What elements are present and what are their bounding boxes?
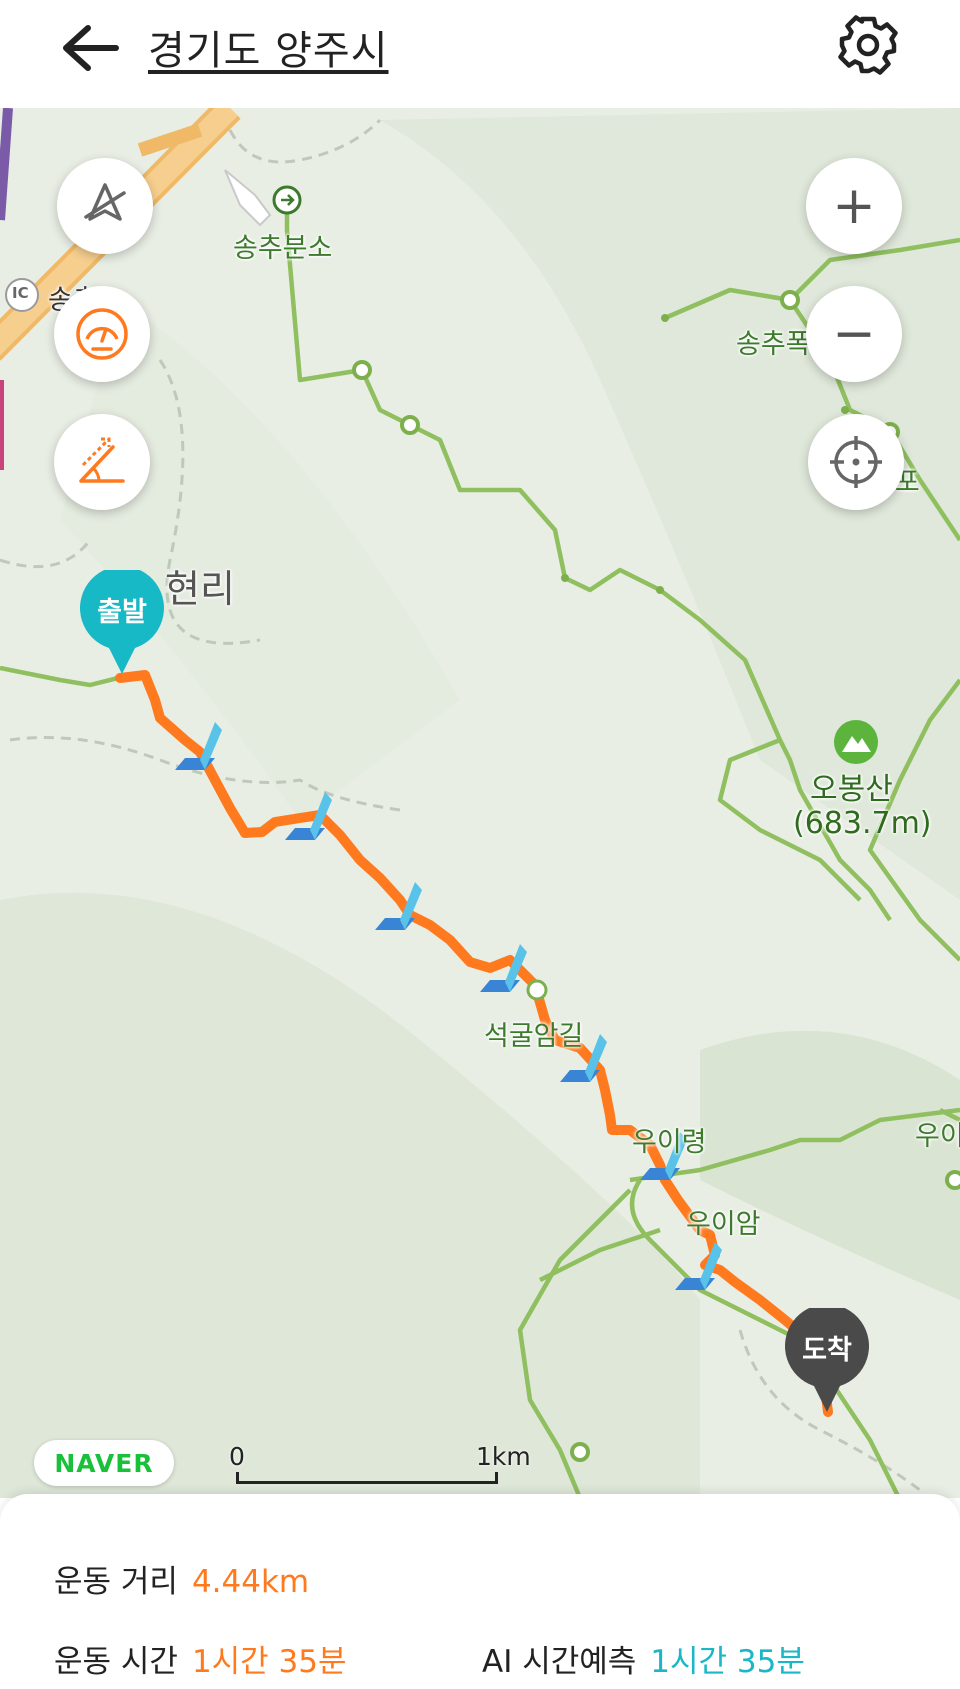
label-uiam: 우이암 <box>686 1209 761 1240</box>
back-button[interactable] <box>58 18 122 78</box>
crosshair-icon <box>830 436 882 488</box>
map-view[interactable]: 송추분소 IC 송추 현리 송추폭포 폭포 오봉산 (683.7m) 석굴암길 … <box>0 108 960 1498</box>
scale-zero-label: 0 <box>229 1442 245 1471</box>
scale-km-label: 1km <box>476 1442 531 1471</box>
label-uiryeong: 우이령 <box>632 1127 707 1158</box>
arrow-left-icon <box>63 25 119 71</box>
slope-angle-button[interactable] <box>54 414 150 510</box>
page-title[interactable]: 경기도 양주시 <box>148 18 389 76</box>
compass-off-icon <box>84 183 126 221</box>
distance-label: 운동 거리 <box>54 1564 178 1600</box>
naver-logo[interactable]: NAVER <box>34 1440 174 1486</box>
label-seokgul: 석굴암길 <box>484 1021 584 1052</box>
plus-icon: + <box>832 176 876 236</box>
time-row: 운동 시간 1시간 35분 <box>54 1636 347 1681</box>
label-ui-right: 우이 <box>915 1121 960 1152</box>
top-bar: 경기도 양주시 <box>0 0 960 108</box>
label-obongsan-height: (683.7m) <box>793 806 932 841</box>
speedometer-icon <box>76 308 128 360</box>
label-village: 현리 <box>165 567 235 611</box>
slope-angle-icon <box>79 437 125 483</box>
ic-badge-label: IC <box>12 284 29 302</box>
end-pin-label: 도착 <box>802 1335 852 1366</box>
speedometer-button[interactable] <box>54 286 150 382</box>
distance-row: 운동 거리 4.44km <box>54 1556 309 1601</box>
zoom-out-button[interactable]: − <box>806 286 902 382</box>
label-obongsan: 오봉산 <box>810 772 893 807</box>
compass-toggle-button[interactable] <box>57 158 153 254</box>
ai-estimate-row: AI 시간예측 1시간 35분 <box>482 1636 805 1681</box>
time-label: 운동 시간 <box>54 1644 178 1680</box>
end-pin[interactable]: 도착 <box>782 1304 872 1416</box>
start-pin-label: 출발 <box>97 597 147 628</box>
ai-estimate-label: AI 시간예측 <box>482 1644 637 1680</box>
locate-button[interactable] <box>808 414 904 510</box>
gear-icon <box>838 15 898 75</box>
zoom-in-button[interactable]: + <box>806 158 902 254</box>
time-value: 1시간 35분 <box>191 1644 347 1680</box>
stats-sheet: 운동 거리 4.44km 운동 시간 1시간 35분 AI 시간예측 1시간 35분 <box>0 1494 960 1689</box>
start-pin[interactable]: 출발 <box>77 566 167 678</box>
minus-icon: − <box>832 304 876 364</box>
scale-bar <box>236 1472 498 1484</box>
settings-button[interactable] <box>835 12 901 78</box>
distance-value: 4.44km <box>191 1564 310 1600</box>
label-songchu-branch: 송추분소 <box>233 233 333 264</box>
ai-estimate-value: 1시간 35분 <box>650 1644 805 1680</box>
